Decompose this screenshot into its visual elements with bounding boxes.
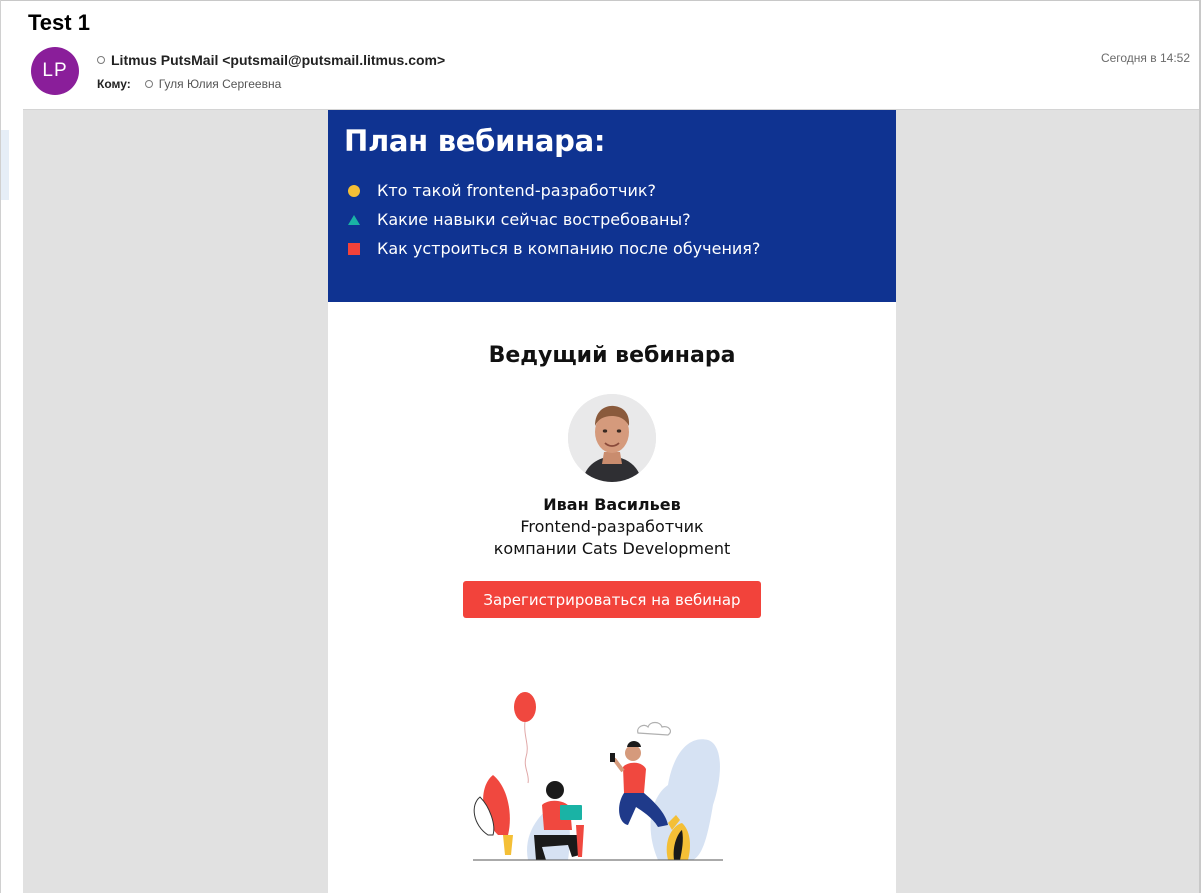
message-timestamp: Сегодня в 14:52 — [1100, 51, 1190, 65]
sender-line[interactable]: Litmus PutsMail <putsmail@putsmail.litmu… — [97, 52, 445, 68]
recipient-status-icon — [144, 80, 153, 88]
sender-status-icon — [97, 56, 105, 64]
host-name: Иван Васильев — [543, 495, 681, 514]
plan-list: Кто такой frontend-разработчик? Какие на… — [347, 176, 760, 263]
plan-item: Как устроиться в компанию после обучения… — [347, 234, 760, 263]
recipient-line: Кому: Гуля Юлия Сергеевна — [97, 77, 281, 91]
host-role: Frontend-разработчик компании Cats Devel… — [328, 516, 896, 560]
register-button[interactable]: Зарегистрироваться на вебинар — [463, 581, 761, 618]
email-content-area: План вебинара: Кто такой frontend-разраб… — [23, 109, 1199, 893]
host-portrait-icon — [568, 394, 656, 482]
host-heading: Ведущий вебинара — [488, 343, 736, 368]
webinar-illustration — [468, 675, 738, 875]
red-square-icon — [347, 242, 361, 256]
plan-item: Кто такой frontend-разработчик? — [347, 176, 760, 205]
email-body: План вебинара: Кто такой frontend-разраб… — [328, 110, 896, 893]
recipient-label: Кому: — [97, 77, 131, 91]
plan-title: План вебинара: — [344, 124, 606, 158]
message-subject: Test 1 — [28, 10, 90, 35]
plan-item-text: Кто такой frontend-разработчик? — [377, 181, 657, 200]
host-role-company: компании Cats Development — [493, 539, 731, 558]
plan-item: Какие навыки сейчас востребованы? — [347, 205, 760, 234]
plan-item-text: Как устроиться в компанию после обучения… — [377, 239, 761, 258]
webinar-plan-section: План вебинара: Кто такой frontend-разраб… — [328, 110, 896, 302]
teal-triangle-icon — [347, 213, 361, 227]
plan-item-text: Какие навыки сейчас востребованы? — [377, 210, 691, 229]
sender-avatar[interactable]: LP — [31, 47, 79, 95]
recipient-name[interactable]: Гуля Юлия Сергеевна — [159, 77, 282, 91]
window-top-border — [0, 0, 1201, 1]
host-role-title: Frontend-разработчик — [520, 517, 704, 536]
yellow-circle-icon — [347, 184, 361, 198]
message-list-edge — [1, 130, 9, 200]
people-with-laptop-illustration-icon — [473, 692, 723, 861]
host-photo — [568, 394, 656, 482]
sender-address[interactable]: Litmus PutsMail <putsmail@putsmail.litmu… — [111, 52, 445, 68]
